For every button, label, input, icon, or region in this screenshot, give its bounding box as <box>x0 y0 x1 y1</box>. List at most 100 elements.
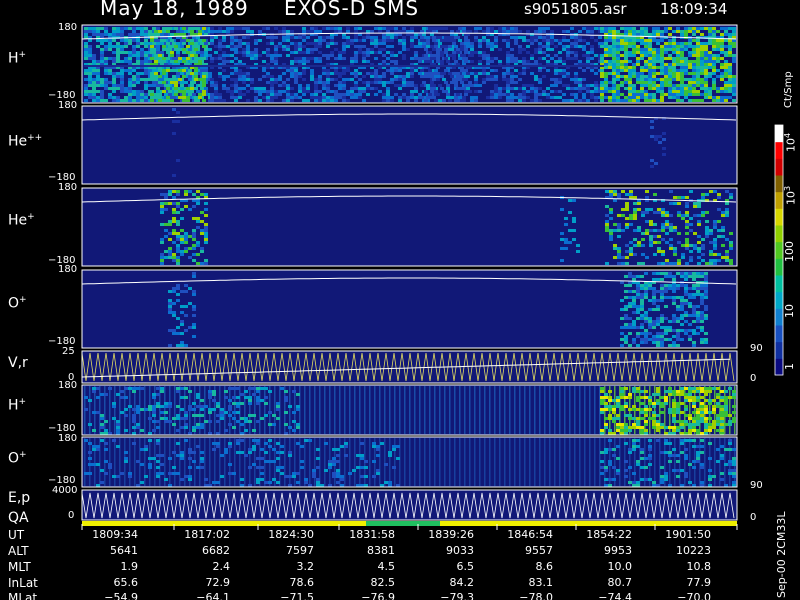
panel-h-plus-cell <box>302 69 306 72</box>
panel-h-plus-cell <box>230 48 234 51</box>
panel-h-plus-cell <box>652 63 656 66</box>
panel-h-plus-2-cell <box>628 393 632 396</box>
panel-h-plus-cell <box>338 87 342 90</box>
panel-h-plus-cell <box>600 96 604 99</box>
panel-h-plus-cell <box>672 48 676 51</box>
panel-h-plus-cell <box>720 87 724 90</box>
panel-h-plus-cell <box>490 69 494 72</box>
panel-h-plus-cell <box>406 99 410 102</box>
panel-h-plus-cell <box>306 90 310 93</box>
panel-h-plus-cell <box>676 90 680 93</box>
panel-h-plus-cell <box>132 27 136 30</box>
panel-h-plus-cell <box>486 96 490 99</box>
o2-stripe <box>169 438 171 486</box>
panel-he-plusplus-cell <box>172 108 176 111</box>
panel-he-plus-cell <box>172 217 176 220</box>
panel-h-plus-cell <box>290 36 294 39</box>
panel-h-plus-cell <box>668 54 672 57</box>
panel-o-plus-2-cell <box>240 439 244 442</box>
panel-h-plus-cell <box>506 42 510 45</box>
panel-h-plus-2-cell <box>92 429 96 432</box>
panel-h-plus-cell <box>402 81 406 84</box>
panel-o-plus-cell <box>696 317 700 320</box>
panel-h-plus-cell <box>166 84 170 87</box>
panel-h-plus-2-cell <box>132 390 136 393</box>
panel-he-plus-cell <box>713 223 717 226</box>
panel-h-plus-cell <box>538 99 542 102</box>
panel-h-plus-cell <box>96 60 100 63</box>
panel-h-plus-cell <box>136 72 140 75</box>
panel-o-plus-cell <box>672 329 676 332</box>
panel-h-plus-cell <box>144 87 148 90</box>
panel-o-plus-cell <box>620 326 624 329</box>
panel-h-plus-cell <box>120 99 124 102</box>
panel-h-plus-2-cell <box>708 411 712 414</box>
panel-h-plus-cell <box>218 93 222 96</box>
panel-h-plus-cell <box>574 75 578 78</box>
panel-he-plus-cell <box>200 193 204 196</box>
h2-stripe <box>359 386 361 434</box>
panel-o-plus-2-cell <box>668 454 672 457</box>
panel-h-plus-cell <box>546 54 550 57</box>
panel-h-plus-cell <box>254 87 258 90</box>
panel-o-plus-cell <box>636 311 640 314</box>
panel-h-plus-2-cell <box>236 402 240 405</box>
panel-he-plus-cell <box>637 202 641 205</box>
panel-h-plus-2-cell <box>688 396 692 399</box>
panel-he-plus-cell <box>564 217 568 220</box>
panel-h-plus-cell <box>274 81 278 84</box>
panel-o-plus-2-cell <box>680 439 684 442</box>
panel-h-plus-2-cell <box>672 429 676 432</box>
panel-o-plus-2-cell <box>632 472 636 475</box>
panel-h-plus-cell <box>334 93 338 96</box>
panel-h-plus-cell <box>640 72 644 75</box>
panel-h-plus-cell <box>574 78 578 81</box>
panel-h-plus-cell <box>660 45 664 48</box>
h2-stripe <box>464 386 466 434</box>
panel-o-plus-2-cell <box>88 463 92 466</box>
panel-h-plus-cell <box>604 60 608 63</box>
panel-h-plus-cell <box>222 69 226 72</box>
panel-o-plus-cell <box>656 338 660 341</box>
panel-h-plus-cell <box>612 27 616 30</box>
panel-he-plusplus-cell <box>654 135 658 138</box>
panel-h-plus-cell <box>720 75 724 78</box>
panel-h-plus-cell <box>598 36 602 39</box>
panel-o-plus-cell <box>624 338 628 341</box>
panel-h-plus-cell <box>330 54 334 57</box>
panel-h-plus-cell <box>558 42 562 45</box>
panel-h-plus-cell <box>210 93 214 96</box>
panel-h-plus-cell <box>692 45 696 48</box>
panel-h-plus-cell <box>546 27 550 30</box>
panel-h-plus-cell <box>600 90 604 93</box>
panel-h-plus-2-cell <box>96 411 100 414</box>
panel-h-plus-2-cell <box>276 405 280 408</box>
panel-h-plus-2-cell <box>652 402 656 405</box>
panel-he-plus-cell <box>617 229 621 232</box>
panel-h-plus-cell <box>310 48 314 51</box>
panel-h-plus-cell <box>660 63 664 66</box>
panel-h-plus-cell <box>128 33 132 36</box>
panel-h-plus-cell <box>410 90 414 93</box>
panel-h-plus-cell <box>640 96 644 99</box>
panel-h-plus-cell <box>578 81 582 84</box>
panel-h-plus-cell <box>140 42 144 45</box>
panel-h-plus-cell <box>398 39 402 42</box>
h2-stripe <box>169 386 171 434</box>
panel-h-plus-2-cell <box>208 411 212 414</box>
panel-h-plus-cell <box>84 84 88 87</box>
panel-h-plus-cell <box>640 51 644 54</box>
panel-h-plus-cell <box>382 39 386 42</box>
panel-h-plus-cell <box>628 42 632 45</box>
panel-o-plus-2-cell <box>708 475 712 478</box>
panel-h-plus-2-cell <box>704 387 708 390</box>
panel-h-plus-cell <box>644 30 648 33</box>
panel-h-plus-cell <box>234 39 238 42</box>
panel-h-plus-cell <box>124 51 128 54</box>
panel-h-plus-cell <box>210 81 214 84</box>
panel-h-plus-cell <box>390 69 394 72</box>
panel-h-plus-cell <box>306 48 310 51</box>
h2-stripe <box>559 386 561 434</box>
panel-he-plus-cell <box>657 229 661 232</box>
panel-h-plus-cell <box>274 93 278 96</box>
